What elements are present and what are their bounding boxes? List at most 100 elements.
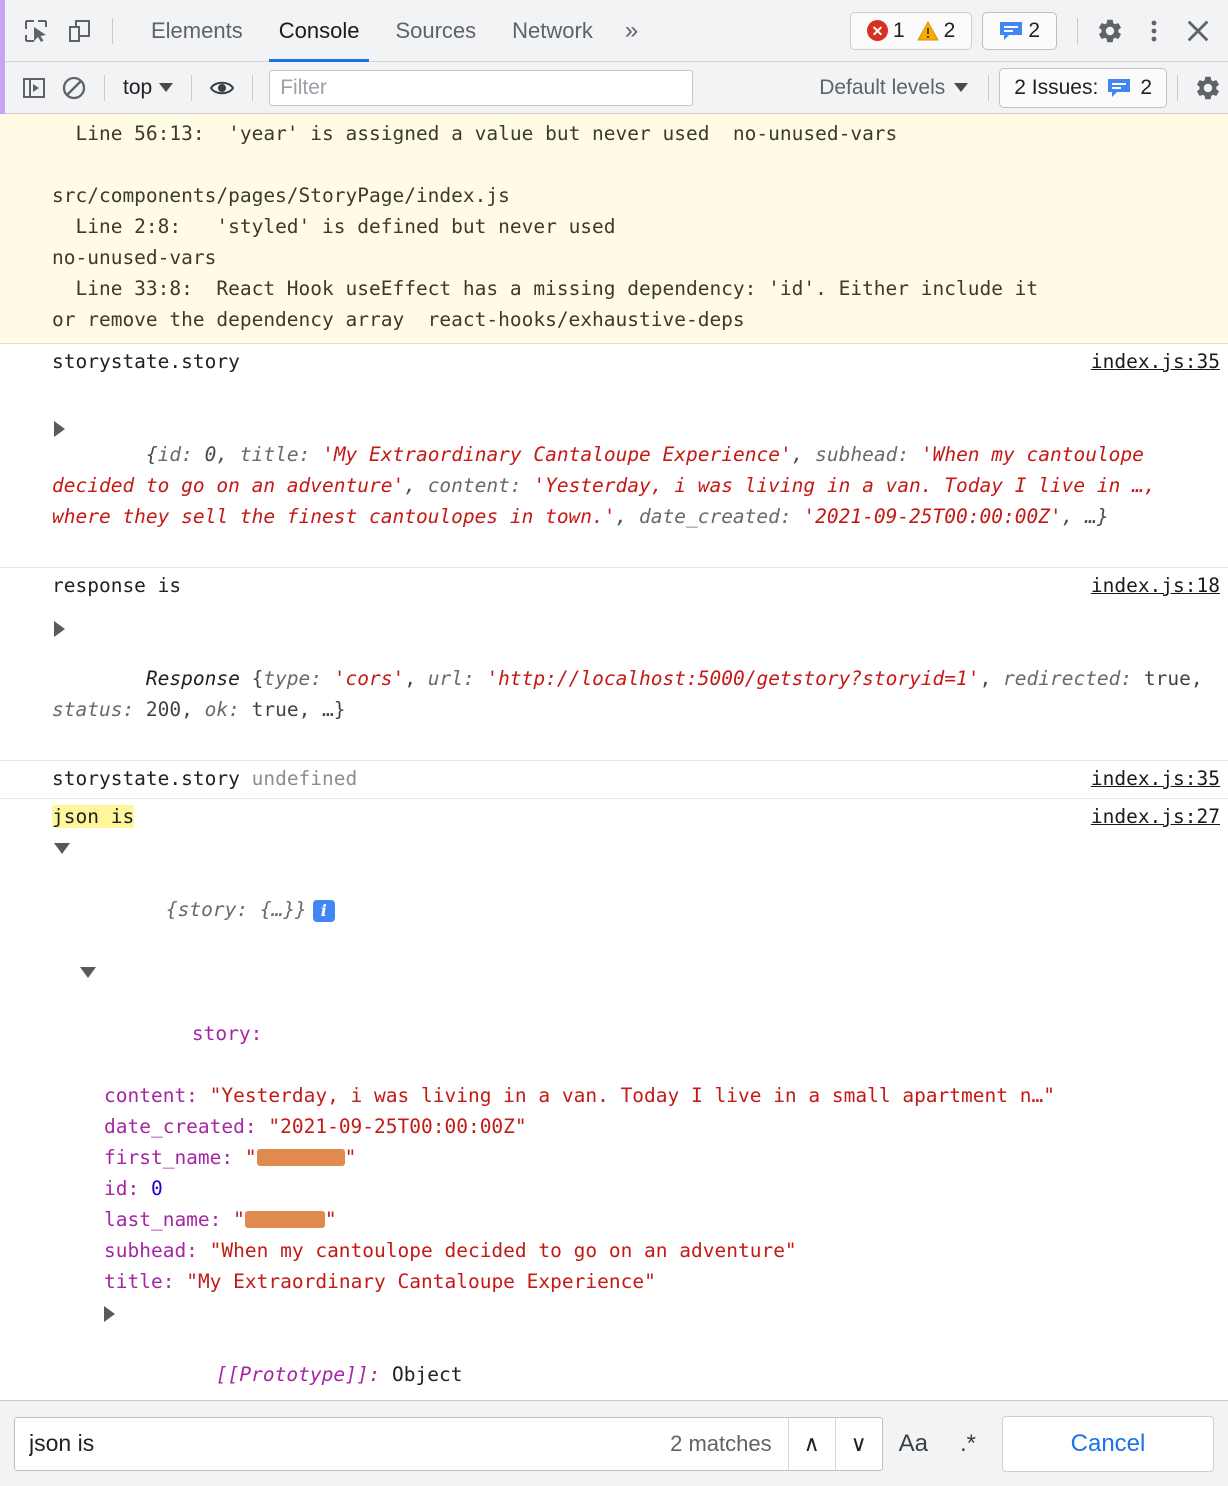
warning-count: 2 — [943, 18, 956, 42]
warning-line-2: Line 2:8: 'styled' is defined but never … — [52, 215, 616, 238]
tab-console[interactable]: Console — [261, 0, 378, 62]
search-next-button[interactable]: ∨ — [834, 1417, 882, 1470]
console-entry-response[interactable]: response is index.js:18 Response {type: … — [0, 568, 1228, 761]
expand-arrow-icon-proto-inner[interactable] — [104, 1306, 115, 1322]
console-entry-story-undefined[interactable]: storystate.story undefined index.js:35 — [0, 761, 1228, 799]
expand-arrow-icon-response[interactable] — [54, 621, 65, 637]
warning-triangle-icon — [916, 20, 939, 41]
console-settings-gear-icon[interactable] — [1188, 68, 1228, 108]
json-root-row[interactable]: {story: {…}} i — [0, 832, 1220, 956]
entry-undefined-text: storystate.story undefined — [0, 763, 1077, 794]
toolbar-divider — [112, 17, 113, 44]
filter-divider-1 — [104, 74, 105, 101]
show-console-sidebar-icon[interactable] — [14, 68, 54, 108]
collapse-arrow-icon-root[interactable] — [54, 843, 70, 854]
console-filter-toolbar: top Default levels 2 Issues: — [0, 62, 1228, 114]
source-link-undefined[interactable]: index.js:35 — [1077, 763, 1220, 794]
toolbar-divider-right — [1077, 17, 1078, 44]
tab-elements[interactable]: Elements — [133, 0, 261, 62]
json-story-key-row[interactable]: story: — [0, 956, 1220, 1080]
match-case-button[interactable]: Aa — [883, 1418, 944, 1470]
json-prop-id[interactable]: id: 0 — [0, 1173, 1220, 1204]
log-levels-label: Default levels — [819, 75, 946, 99]
chevron-down-icon — [159, 83, 174, 92]
close-icon[interactable] — [1176, 9, 1220, 53]
error-warning-badge-group[interactable]: ✕ 1 2 — [849, 11, 973, 50]
filter-input[interactable] — [269, 69, 694, 106]
search-input-wrapper: 2 matches ∧ ∨ — [14, 1416, 883, 1471]
filter-divider-5 — [1177, 74, 1178, 101]
response-preview-text: Response {type: 'cors', url: 'http://loc… — [52, 667, 1215, 721]
json-root-preview: {story: {…}} — [165, 898, 307, 921]
filter-divider-4 — [988, 74, 990, 101]
expand-arrow-icon[interactable] — [54, 421, 65, 437]
inspect-cursor-icon[interactable] — [14, 9, 58, 53]
search-matches-count: 2 matches — [670, 1430, 772, 1456]
error-badge[interactable]: ✕ 1 — [861, 19, 911, 43]
object-preview-row[interactable]: {id: 0, title: 'My Extraordinary Cantalo… — [0, 377, 1220, 563]
chevron-down-icon-levels — [954, 83, 969, 92]
console-message-list[interactable]: Line 56:13: 'year' is assigned a value b… — [0, 114, 1228, 1400]
console-entry-story-preview[interactable]: storystate.story index.js:35 {id: 0, tit… — [0, 344, 1228, 568]
log-levels-selector[interactable]: Default levels — [809, 76, 978, 100]
error-count: 1 — [892, 18, 905, 42]
json-prototype-inner-row[interactable]: [[Prototype]]: Object — [0, 1297, 1220, 1400]
source-link[interactable]: index.js:35 — [1077, 346, 1220, 377]
search-input[interactable] — [15, 1417, 655, 1470]
message-badge[interactable]: 2 — [993, 19, 1046, 43]
source-link-json[interactable]: index.js:27 — [1077, 801, 1220, 832]
toolbar-right-actions — [1088, 9, 1228, 53]
tab-sources[interactable]: Sources — [377, 0, 494, 62]
console-search-bar: 2 matches ∧ ∨ Aa .* Cancel — [0, 1400, 1228, 1486]
more-vertical-icon[interactable] — [1132, 9, 1176, 53]
warning-rule-1: no-unused-vars — [52, 246, 217, 269]
issues-pill-icon — [1107, 78, 1131, 98]
warning-file-path: src/components/pages/StoryPage/index.js — [52, 184, 510, 207]
warning-line-3: Line 33:8: React Hook useEffect has a mi… — [52, 277, 1039, 300]
console-entry-json-is[interactable]: json is index.js:27 {story: {…}} i story:… — [0, 799, 1228, 1400]
execution-context-label: top — [123, 75, 153, 99]
devtools-window: Elements Console Sources Network » ✕ 1 2… — [0, 0, 1228, 1486]
collapse-arrow-icon-story[interactable] — [80, 967, 96, 978]
entry-label-json: json is — [0, 801, 1077, 832]
entry-label-response: response is — [52, 574, 182, 597]
warning-badge[interactable]: 2 — [911, 19, 962, 43]
gear-icon[interactable] — [1088, 9, 1132, 53]
devtools-panel-tabs: Elements Console Sources Network » — [133, 0, 652, 62]
info-badge-icon[interactable]: i — [312, 899, 335, 922]
redacted-value — [256, 1149, 345, 1166]
issues-pill-count: 2 — [1140, 75, 1152, 99]
tab-network[interactable]: Network — [494, 0, 611, 62]
console-warning-block: Line 56:13: 'year' is assigned a value b… — [0, 114, 1228, 344]
message-badge-group[interactable]: 2 — [982, 11, 1057, 50]
issues-pill[interactable]: 2 Issues: 2 — [999, 67, 1167, 108]
search-highlight: json is — [52, 805, 135, 828]
message-count: 2 — [1028, 18, 1040, 42]
devtools-left-accent-strip — [0, 0, 5, 114]
devtools-main-toolbar: Elements Console Sources Network » ✕ 1 2… — [0, 0, 1228, 62]
clear-console-icon[interactable] — [54, 68, 94, 108]
device-toggle-icon[interactable] — [58, 9, 102, 53]
json-story-key: story: — [191, 1022, 263, 1045]
issues-message-icon — [999, 21, 1023, 41]
execution-context-selector[interactable]: top — [115, 76, 181, 100]
json-prop-last-name[interactable]: last_name: " " — [0, 1204, 1220, 1235]
response-preview-row[interactable]: Response {type: 'cors', url: 'http://loc… — [0, 601, 1220, 756]
regex-button[interactable]: .* — [944, 1418, 992, 1470]
json-prop-subhead[interactable]: subhead: "When my cantoulope decided to … — [0, 1235, 1220, 1266]
live-expression-eye-icon[interactable] — [202, 68, 242, 108]
more-tabs-chevron-icon[interactable]: » — [611, 0, 652, 62]
filter-divider-3 — [252, 74, 254, 101]
json-prop-date-created[interactable]: date_created: "2021-09-25T00:00:00Z" — [0, 1111, 1220, 1142]
error-circle-icon: ✕ — [866, 20, 888, 41]
issues-pill-label: 2 Issues: — [1014, 75, 1099, 99]
search-prev-button[interactable]: ∧ — [787, 1417, 835, 1470]
cancel-button[interactable]: Cancel — [1002, 1415, 1214, 1472]
undefined-value: undefined — [251, 767, 358, 790]
json-prop-title[interactable]: title: "My Extraordinary Cantaloupe Expe… — [0, 1266, 1220, 1297]
json-prop-first-name[interactable]: first_name: " " — [0, 1142, 1220, 1173]
source-link-response[interactable]: index.js:18 — [1077, 570, 1220, 601]
entry-label: storystate.story — [52, 350, 240, 373]
warning-line-blank — [0, 149, 1220, 180]
json-prop-content[interactable]: content: "Yesterday, i was living in a v… — [0, 1080, 1220, 1111]
